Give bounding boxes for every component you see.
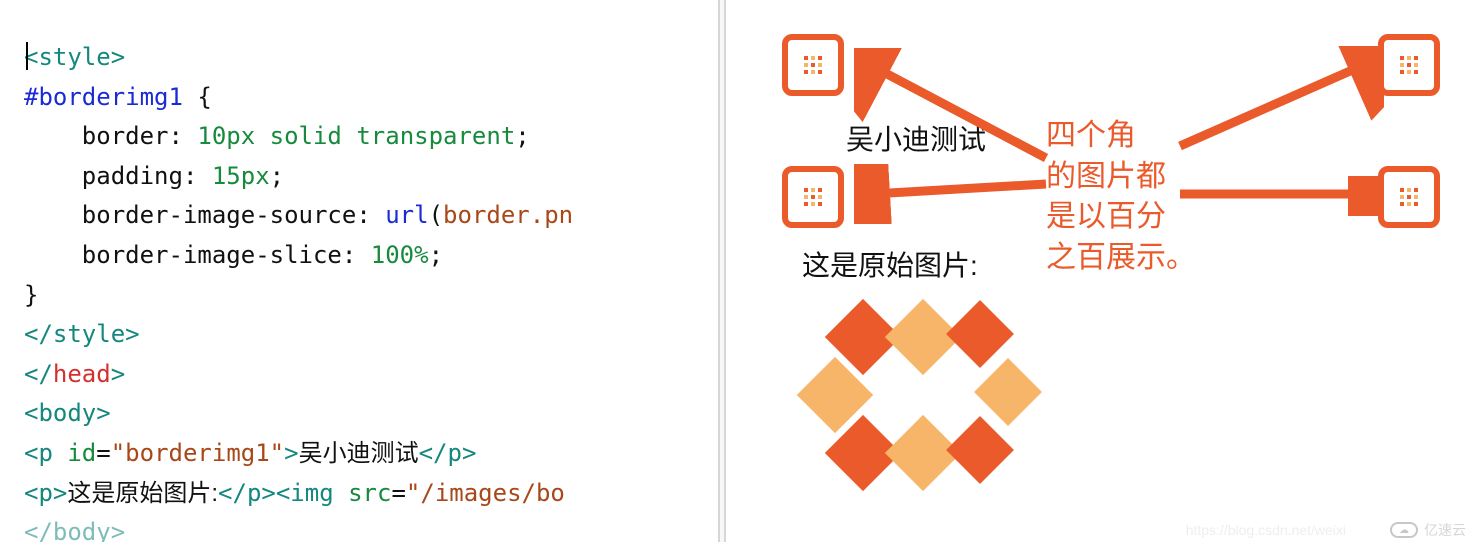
code-line: padding: 15px; xyxy=(24,157,718,197)
border-corner xyxy=(782,34,844,96)
dot-pattern-icon xyxy=(1400,56,1418,74)
text-cursor xyxy=(26,42,28,70)
border-corner xyxy=(1378,166,1440,228)
split-view: <style> #borderimg1 { border: 10px solid… xyxy=(0,0,1472,542)
code-line: </head> xyxy=(24,355,718,395)
pane-divider[interactable] xyxy=(718,0,726,542)
dot-pattern-icon xyxy=(804,188,822,206)
preview-label-original: 这是原始图片: xyxy=(802,244,978,284)
code-line: border: 10px solid transparent; xyxy=(24,117,718,157)
arrow-icon xyxy=(854,164,1054,224)
code-line: <style> xyxy=(24,38,718,78)
code-line: #borderimg1 { xyxy=(24,78,718,118)
watermark-url: https://blog.csdn.net/weixi xyxy=(1186,522,1346,538)
original-border-image xyxy=(798,300,970,472)
code-line: <p>这是原始图片:</p><img src="/images/bo xyxy=(24,474,718,514)
arrow-icon xyxy=(1174,46,1384,156)
arrow-icon xyxy=(1174,176,1384,216)
border-corner xyxy=(1378,34,1440,96)
code-line: </body> xyxy=(24,513,718,542)
code-line: border-image-source: url(border.pn xyxy=(24,196,718,236)
preview-pane: 吴小迪测试 这是原始图片: 四个角 的图片都 是以百分 之百展示。 xyxy=(726,0,1472,542)
border-corner xyxy=(782,166,844,228)
code-line: </style> xyxy=(24,315,718,355)
watermark: https://blog.csdn.net/weixi ☁ 亿速云 xyxy=(1390,520,1466,540)
code-line: <p id="borderimg1">吴小迪测试</p> xyxy=(24,434,718,474)
arrow-icon xyxy=(854,48,1054,178)
code-line: border-image-slice: 100%; xyxy=(24,236,718,276)
code-line: } xyxy=(24,276,718,316)
cloud-icon: ☁ xyxy=(1390,522,1418,538)
code-line: <body> xyxy=(24,394,718,434)
dot-pattern-icon xyxy=(1400,188,1418,206)
dot-pattern-icon xyxy=(804,56,822,74)
code-pane[interactable]: <style> #borderimg1 { border: 10px solid… xyxy=(0,0,718,542)
watermark-text: 亿速云 xyxy=(1424,520,1466,540)
